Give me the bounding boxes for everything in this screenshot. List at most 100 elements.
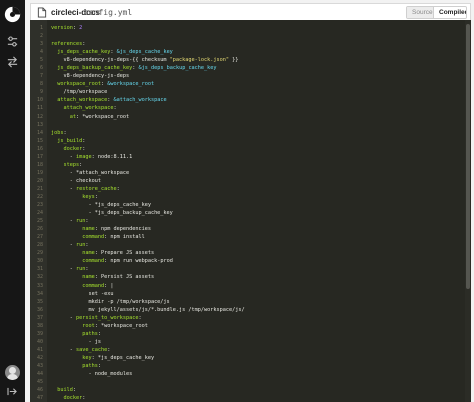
line-code: name: npm dependencies: [82, 226, 151, 233]
line-code: - checkout: [51, 177, 101, 184]
code-line: 10 attach_workspace: &attach_workspace: [30, 96, 471, 104]
line-code: attach_workspace:: [63, 105, 117, 112]
code-line: 47 docker:: [30, 394, 471, 402]
file-header: circleci-docs config.yml Source Compiled: [30, 3, 471, 20]
line-number: 2: [39, 33, 43, 40]
tab-source[interactable]: Source: [407, 7, 434, 18]
line-code: v8-dependency-js-deps-{{ checksum "packa…: [51, 57, 239, 64]
line-number: 17: [36, 153, 43, 160]
line-number: 19: [36, 169, 43, 176]
line-number: 36: [36, 306, 43, 313]
code-line: 19 - *attach_workspace: [30, 169, 471, 177]
line-number: 3: [39, 41, 43, 48]
line-number: 29: [36, 250, 43, 257]
line-number: 35: [36, 298, 43, 305]
line-number: 21: [36, 185, 43, 192]
line-number: 5: [39, 57, 43, 64]
line-code: jobs:: [51, 129, 67, 136]
line-code: js_deps_backup_cache_key: &js_deps_backu…: [57, 65, 217, 72]
line-number: 6: [39, 65, 43, 72]
settings-sliders-icon[interactable]: [6, 35, 19, 48]
expand-arrow-icon[interactable]: [7, 387, 18, 396]
line-code: - *js_deps_backup_cache_key: [51, 210, 173, 217]
main-frame: circleci-docs config.yml Source Compiled…: [25, 0, 474, 402]
line-number: 31: [36, 266, 43, 273]
code-line: 43 paths:: [30, 362, 471, 370]
line-code: steps:: [63, 161, 83, 168]
code-line: 4 js_deps_cache_key: &js_deps_cache_key: [30, 48, 471, 56]
line-code: build:: [57, 387, 76, 394]
code-line: 21 - restore_cache:: [30, 185, 471, 193]
code-line: 18 steps:: [30, 161, 471, 169]
code-line: 28 - run:: [30, 241, 471, 249]
code-line: 26 name: npm dependencies: [30, 225, 471, 233]
line-number: 27: [36, 234, 43, 241]
line-code: at: *workspace_root: [69, 113, 130, 120]
line-number: 11: [36, 105, 43, 112]
code-line: 32 name: Persist JS assets: [30, 273, 471, 281]
line-number: 46: [36, 387, 43, 394]
swap-arrows-icon[interactable]: [6, 55, 19, 68]
line-code: - image: node:8.11.1: [51, 153, 133, 160]
line-code: js_deps_cache_key: &js_deps_cache_key: [57, 49, 173, 56]
line-number: 30: [36, 258, 43, 265]
vertical-scrollbar[interactable]: [465, 20, 471, 402]
line-code: attach_workspace: &attach_workspace: [57, 97, 167, 104]
code-lines: 1 version: 2 2 3 references: 4 js_deps_cache_…: [30, 24, 471, 402]
line-number: 40: [36, 338, 43, 345]
line-number: 34: [36, 290, 43, 297]
line-code: - js: [51, 338, 101, 345]
code-line: 41 - save_cache:: [30, 346, 471, 354]
circleci-logo-icon[interactable]: [4, 6, 21, 23]
line-number: 22: [36, 193, 43, 200]
line-number: 1: [39, 25, 43, 31]
code-line: 2: [30, 32, 471, 40]
code-line: 34 set -exu: [30, 290, 471, 298]
code-line: 38 root: *workspace_root: [30, 322, 471, 330]
code-line: 30 command: npm run webpack-prod: [30, 257, 471, 265]
line-number: 44: [36, 371, 43, 378]
code-line: 9 /tmp/workspace: [30, 88, 471, 96]
code-line: 37 - persist_to_workspace:: [30, 314, 471, 322]
line-code: /tmp/workspace: [51, 89, 108, 96]
line-number: 23: [36, 202, 43, 209]
code-line: 6 js_deps_backup_cache_key: &js_deps_bac…: [30, 64, 471, 72]
line-number: 12: [36, 113, 43, 120]
line-number: 9: [39, 89, 43, 96]
code-line: 20 - checkout: [30, 177, 471, 185]
code-line: 14 jobs:: [30, 129, 471, 137]
line-number: 28: [36, 242, 43, 249]
line-code: command: npm run webpack-prod: [82, 258, 173, 265]
line-number: 42: [36, 354, 43, 361]
code-line: 17 - image: node:8.11.1: [30, 153, 471, 161]
line-code: root: *workspace_root: [82, 322, 148, 329]
avatar-torso: [7, 374, 18, 380]
line-code: docker:: [63, 395, 86, 402]
line-code: command: npm install: [82, 234, 145, 241]
line-number: 38: [36, 322, 43, 329]
left-nav-rail: [0, 0, 25, 402]
code-line: 5 v8-dependency-js-deps-{{ checksum "pac…: [30, 56, 471, 64]
code-editor[interactable]: 1 version: 2 2 3 references: 4 js_deps_cache_…: [30, 20, 471, 402]
line-number: 26: [36, 226, 43, 233]
line-number: 25: [36, 218, 43, 225]
tab-compiled[interactable]: Compiled: [434, 7, 466, 18]
code-line: 7 v8-dependency-js-deps: [30, 72, 471, 80]
avatar[interactable]: [5, 365, 20, 380]
line-code: - node_modules: [51, 371, 133, 378]
line-code: set -exu: [51, 290, 114, 297]
code-line: 39 paths:: [30, 330, 471, 338]
line-code: - *attach_workspace: [51, 169, 130, 176]
line-code: - persist_to_workspace:: [51, 314, 142, 321]
line-number: 18: [36, 161, 43, 168]
line-code: paths:: [82, 362, 101, 369]
code-line: 29 name: Prepare JS assets: [30, 249, 471, 257]
code-line: 40 - js: [30, 338, 471, 346]
code-line: 13: [30, 121, 471, 129]
code-line: 12 at: *workspace_root: [30, 113, 471, 121]
scrollbar-thumb[interactable]: [466, 24, 470, 289]
code-line: 16 docker:: [30, 145, 471, 153]
code-line: 36 mv jekyll/assets/js/*.bundle.js /tmp/…: [30, 306, 471, 314]
line-number: 32: [36, 274, 43, 281]
line-number: 8: [39, 81, 43, 88]
